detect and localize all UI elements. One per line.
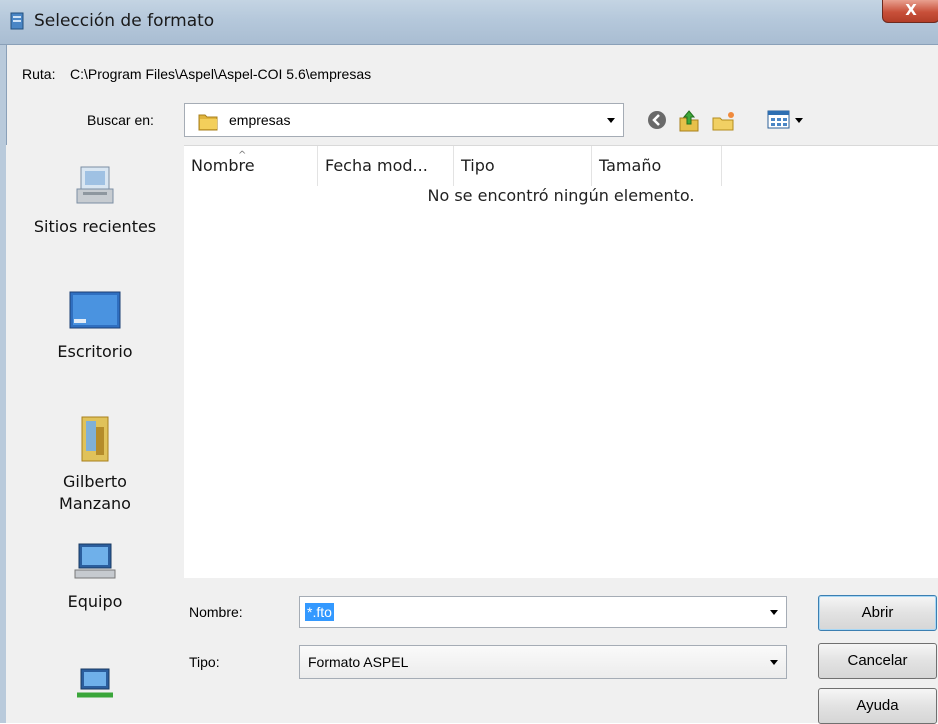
- desktop-icon: [69, 291, 121, 329]
- path-value: C:\Program Files\Aspel\Aspel-COI 5.6\emp…: [70, 66, 372, 82]
- place-network[interactable]: [6, 665, 184, 709]
- help-button[interactable]: Ayuda: [818, 688, 937, 724]
- column-name[interactable]: Nombre ^: [184, 146, 318, 186]
- folder-icon: [198, 114, 218, 131]
- filename-label: Nombre:: [189, 604, 243, 620]
- chevron-down-icon: [770, 660, 778, 665]
- column-date[interactable]: Fecha mod...: [318, 146, 454, 186]
- look-in-value: empresas: [229, 112, 291, 128]
- app-icon: [10, 12, 24, 30]
- view-menu-icon: [767, 110, 790, 129]
- computer-icon: [74, 543, 116, 579]
- place-desktop-label: Escritorio: [57, 342, 133, 361]
- file-list[interactable]: Nombre ^ Fecha mod... Tipo Tamaño No se …: [184, 145, 938, 578]
- place-user-label: Gilberto Manzano: [59, 472, 131, 513]
- chevron-down-icon: [770, 610, 778, 615]
- places-bar: Sitios recientes Escritorio Gilberto Man…: [6, 145, 184, 723]
- network-icon: [77, 668, 113, 698]
- path-label: Ruta:: [22, 66, 56, 82]
- up-folder-icon[interactable]: [677, 109, 701, 133]
- filename-input[interactable]: *.fto: [305, 603, 334, 621]
- place-computer-label: Equipo: [67, 592, 123, 611]
- filetype-value: Formato ASPEL: [308, 654, 409, 670]
- cancel-button[interactable]: Cancelar: [818, 643, 937, 679]
- sort-indicator-icon: ^: [238, 150, 247, 161]
- recent-places-icon: [76, 166, 114, 204]
- filetype-select[interactable]: Formato ASPEL: [299, 645, 787, 679]
- chevron-down-icon: [607, 118, 615, 123]
- place-computer[interactable]: Equipo: [6, 540, 184, 611]
- new-folder-icon[interactable]: [711, 109, 737, 133]
- filetype-label: Tipo:: [189, 654, 220, 670]
- chevron-down-icon: [795, 118, 803, 123]
- view-menu-button[interactable]: [767, 109, 807, 131]
- title-bar: Selección de formato: [0, 0, 938, 45]
- column-size[interactable]: Tamaño: [592, 146, 722, 186]
- user-folder-icon: [81, 416, 109, 462]
- close-button[interactable]: X: [882, 0, 938, 23]
- place-desktop[interactable]: Escritorio: [6, 290, 184, 361]
- window-title: Selección de formato: [34, 11, 215, 31]
- back-icon[interactable]: [646, 109, 668, 131]
- place-user[interactable]: Gilberto Manzano: [6, 413, 184, 515]
- look-in-label: Buscar en:: [87, 112, 154, 128]
- filename-combo[interactable]: *.fto: [299, 596, 787, 628]
- empty-message: No se encontró ningún elemento.: [427, 186, 695, 205]
- column-type[interactable]: Tipo: [454, 146, 592, 186]
- open-button[interactable]: Abrir: [818, 595, 937, 631]
- place-recent-label: Sitios recientes: [33, 217, 157, 236]
- look-in-combo[interactable]: empresas: [184, 103, 624, 137]
- place-recent[interactable]: Sitios recientes: [6, 163, 184, 236]
